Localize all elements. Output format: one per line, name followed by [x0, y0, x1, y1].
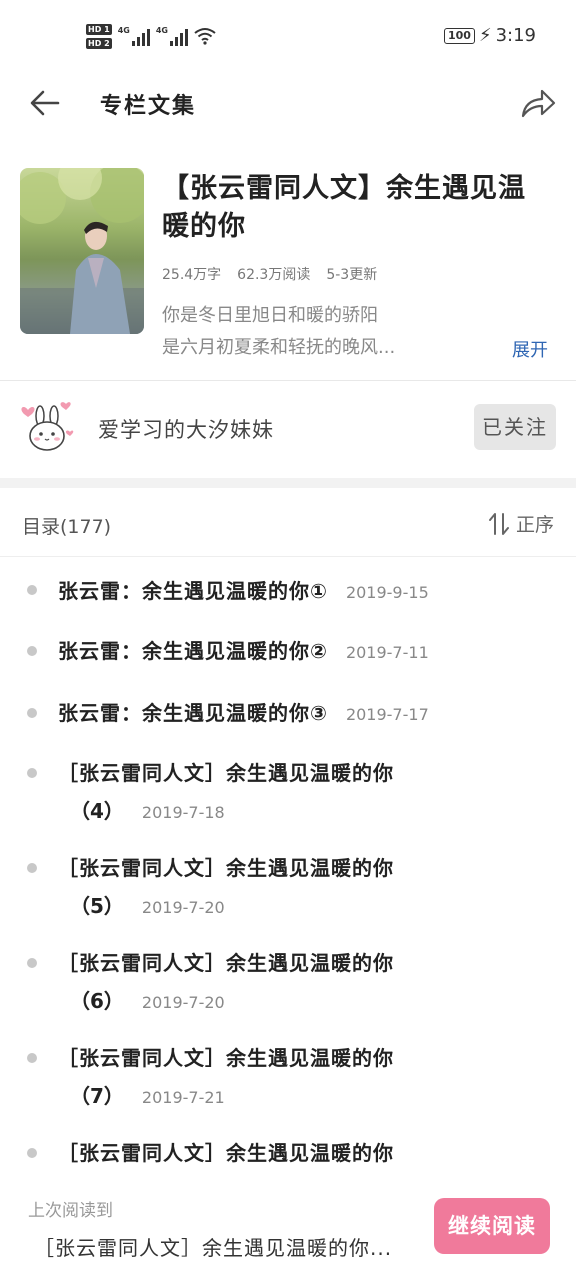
wifi-icon	[194, 28, 216, 45]
continue-reading-button[interactable]: 继续阅读	[434, 1198, 550, 1254]
battery-icon: 100	[443, 27, 475, 44]
clock: 3:19	[495, 25, 536, 46]
toc-header: 目录(177) 正序	[0, 490, 576, 557]
toc-item[interactable]: 张云雷：余生遇见温暖的你① 2019-9-15	[0, 560, 576, 620]
chapter-title-line: ［张云雷同人文］余生遇见温暖的你	[58, 947, 394, 976]
toc-list: 张云雷：余生遇见温暖的你① 2019-9-15 张云雷：余生遇见温暖的你② 2019…	[0, 560, 576, 1165]
chapter-title-line: 张云雷：余生遇见温暖的你③ 2019-7-17	[58, 697, 429, 726]
chapter-title-line: 张云雷：余生遇见温暖的你② 2019-7-11	[58, 635, 429, 664]
book-meta: 25.4万字 62.3万阅读 5-3更新	[162, 264, 377, 284]
toc-item[interactable]: ［张云雷同人文］余生遇见温暖的你 （5） 2019-7-20	[0, 836, 576, 931]
toc-item[interactable]: 张云雷：余生遇见温暖的你② 2019-7-11	[0, 620, 576, 681]
book-description: 你是冬日里旭日和暖的骄阳 是六月初夏柔和轻抚的晚风...	[162, 300, 492, 364]
book-card: 【张云雷同人文】余生遇见温暖的你 25.4万字 62.3万阅读 5-3更新 你是…	[0, 160, 576, 380]
chapter-date: 2019-7-20	[141, 898, 225, 917]
chapter-date: 2019-7-17	[345, 705, 429, 724]
last-read-label: 上次阅读到	[28, 1201, 113, 1221]
hd-icons: HD 1 HD 2	[86, 23, 112, 49]
continue-reading-bar: 上次阅读到 ［张云雷同人文］余生遇见温暖的你... 继续阅读	[0, 1180, 576, 1280]
toc-item[interactable]: 张云雷：余生遇见温暖的你③ 2019-7-17	[0, 681, 576, 741]
desc-line: 你是冬日里旭日和暖的骄阳	[162, 305, 378, 326]
section-gap	[0, 478, 576, 488]
sort-icon	[488, 512, 509, 535]
bullet-dot	[27, 708, 37, 718]
toc-item[interactable]: ［张云雷同人文］余生遇见温暖的你 （7） 2019-7-21	[0, 1026, 576, 1121]
chapter-title: ［张云雷同人文］余生遇见温暖的你	[58, 761, 394, 785]
bullet-dot	[27, 1053, 37, 1063]
chapter-number: （6）	[70, 989, 124, 1013]
chapter-title: 张云雷：余生遇见温暖的你②	[58, 639, 328, 663]
app-header: 专栏文集	[0, 72, 576, 138]
chapter-number: （4）	[70, 799, 124, 823]
chapter-title-line: ［张云雷同人文］余生遇见温暖的你	[58, 852, 394, 881]
chapter-number-line: （4） 2019-7-18	[70, 795, 225, 824]
divider	[0, 380, 576, 381]
chapter-title: ［张云雷同人文］余生遇见温暖的你	[58, 951, 394, 975]
chapter-title: 张云雷：余生遇见温暖的你③	[58, 701, 328, 725]
bullet-dot	[27, 646, 37, 656]
chapter-date: 2019-7-20	[141, 993, 225, 1012]
bullet-dot	[27, 863, 37, 873]
sort-toggle[interactable]: 正序	[488, 510, 554, 537]
signal-1-icon: 4G	[118, 26, 150, 46]
desc-line: 是六月初夏柔和轻抚的晚风...	[162, 337, 396, 358]
update-date: 5-3更新	[326, 267, 378, 283]
hd1-icon: HD 1	[86, 23, 112, 35]
chapter-title: ［张云雷同人文］余生遇见温暖的你	[58, 856, 394, 880]
charging-icon: ⚡	[478, 25, 492, 46]
chapter-date: 2019-9-15	[345, 583, 429, 602]
page-title: 专栏文集	[100, 94, 197, 119]
share-icon[interactable]	[520, 86, 556, 120]
back-arrow-icon[interactable]	[28, 86, 62, 120]
chapter-date: 2019-7-18	[141, 803, 225, 822]
bullet-dot	[27, 1148, 37, 1158]
author-row[interactable]: 爱学习的大汐妹妹 已关注	[0, 382, 576, 478]
chapter-date: 2019-7-21	[141, 1088, 225, 1107]
hd2-icon: HD 2	[86, 37, 112, 49]
chapter-number-line: （5） 2019-7-20	[70, 890, 225, 919]
status-bar: HD 1 HD 2 4G 4G 100 ⚡ 3:19	[0, 0, 576, 72]
cover-photo-illustration	[20, 168, 144, 334]
book-title: 【张云雷同人文】余生遇见温暖的你	[162, 173, 526, 242]
toc-item[interactable]: ［张云雷同人文］余生遇见温暖的你 （6） 2019-7-20	[0, 931, 576, 1026]
toc-item[interactable]: ［张云雷同人文］余生遇见温暖的你	[0, 1121, 576, 1165]
author-avatar[interactable]	[18, 398, 78, 458]
follow-button[interactable]: 已关注	[474, 404, 556, 450]
read-count: 62.3万阅读	[237, 267, 311, 283]
status-right: 100 ⚡ 3:19	[443, 25, 536, 46]
chapter-title-line: ［张云雷同人文］余生遇见温暖的你	[58, 757, 394, 786]
chapter-title-line: ［张云雷同人文］余生遇见温暖的你	[58, 1042, 394, 1071]
bullet-dot	[27, 768, 37, 778]
chapter-title: ［张云雷同人文］余生遇见温暖的你	[58, 1046, 394, 1070]
author-name[interactable]: 爱学习的大汐妹妹	[98, 414, 274, 444]
sort-label: 正序	[515, 514, 554, 536]
toc-item[interactable]: ［张云雷同人文］余生遇见温暖的你 （4） 2019-7-18	[0, 741, 576, 836]
chapter-title: ［张云雷同人文］余生遇见温暖的你	[58, 1141, 394, 1165]
chapter-number-line: （6） 2019-7-20	[70, 985, 225, 1014]
chapter-number: （7）	[70, 1084, 124, 1108]
bullet-dot	[27, 585, 37, 595]
chapter-title-line: 张云雷：余生遇见温暖的你① 2019-9-15	[58, 575, 429, 604]
chapter-title: 张云雷：余生遇见温暖的你①	[58, 579, 328, 603]
last-read-title[interactable]: ［张云雷同人文］余生遇见温暖的你...	[34, 1232, 392, 1261]
chapter-title-line: ［张云雷同人文］余生遇见温暖的你	[58, 1137, 394, 1166]
word-count: 25.4万字	[162, 267, 222, 283]
chapter-number: （5）	[70, 894, 124, 918]
bullet-dot	[27, 958, 37, 968]
chapter-number-line: （7） 2019-7-21	[70, 1080, 225, 1109]
toc-count-label: 目录(177)	[22, 516, 112, 538]
expand-button[interactable]: 展开	[512, 336, 548, 362]
book-cover-image[interactable]	[20, 168, 144, 334]
status-left: HD 1 HD 2 4G 4G	[86, 18, 216, 54]
chapter-date: 2019-7-11	[345, 643, 429, 662]
signal-2-icon: 4G	[156, 26, 188, 46]
